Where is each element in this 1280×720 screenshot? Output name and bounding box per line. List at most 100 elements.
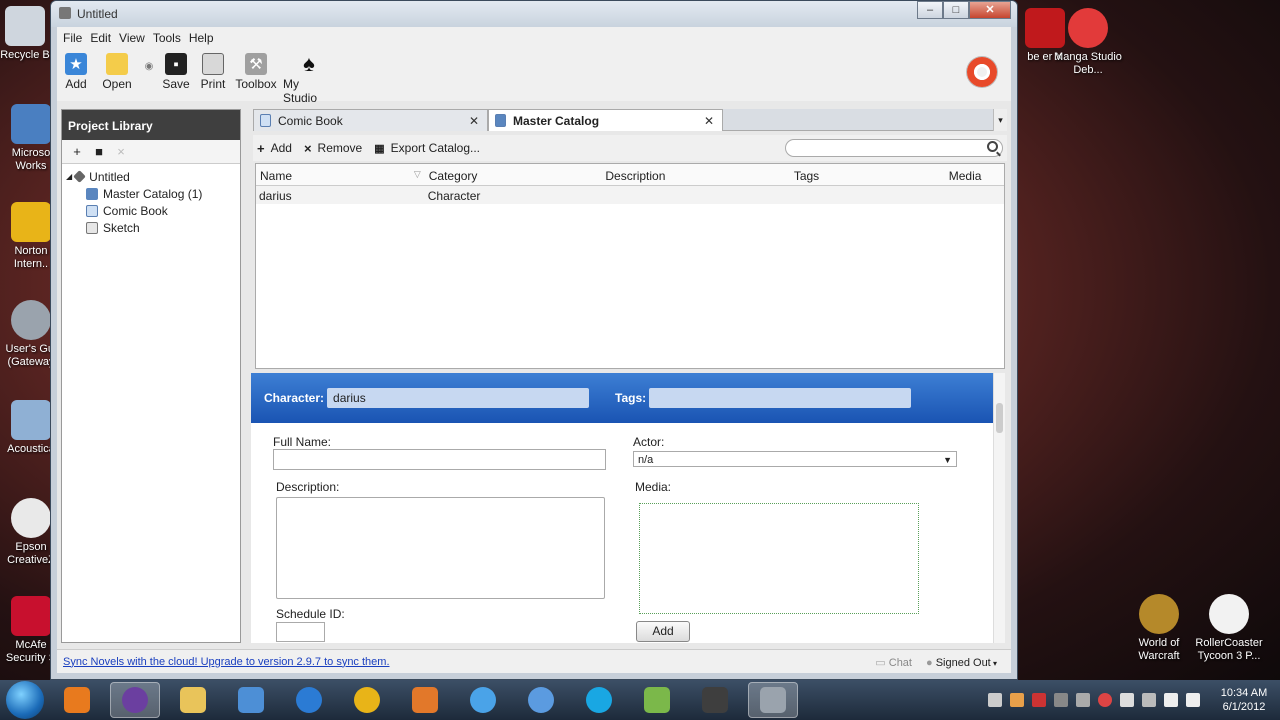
tree-item-comic-book[interactable]: Comic Book: [66, 202, 240, 219]
minimize-button[interactable]: –: [917, 1, 943, 19]
desktop-icon-manga-studio[interactable]: Manga Studio Deb...: [1053, 8, 1123, 77]
column-header-category[interactable]: Category: [425, 164, 602, 185]
tab-master-catalog[interactable]: Master Catalog ✕: [488, 109, 723, 131]
tray-icon[interactable]: [1098, 693, 1112, 707]
sketch-icon: [86, 221, 98, 234]
volume-icon[interactable]: [1186, 693, 1200, 707]
desktop-icon-rollercoaster[interactable]: RollerCoaster Tycoon 3 P...: [1194, 594, 1264, 663]
column-header-media[interactable]: Media: [945, 164, 1004, 185]
scroll-thumb[interactable]: [996, 403, 1003, 433]
tab-list-dropdown[interactable]: ▾: [993, 109, 1007, 131]
tree-root[interactable]: ◢ Untitled: [66, 168, 240, 185]
catalog-action-bar: + Add × Remove ▦ Export Catalog...: [253, 135, 1007, 161]
taskbar-green-app[interactable]: [632, 682, 682, 718]
column-header-name[interactable]: Name ▽: [256, 164, 425, 185]
catalog-table: Name ▽ Category Description Tags Media da…: [255, 163, 1005, 369]
tray-icon[interactable]: [1010, 693, 1024, 707]
tray-icon[interactable]: [988, 693, 1002, 707]
taskbar-paint[interactable]: [226, 682, 276, 718]
media-add-button[interactable]: Add: [636, 621, 690, 642]
delete-icon[interactable]: ×: [110, 144, 132, 159]
schedule-id-label: Schedule ID:: [276, 607, 345, 621]
recycle-bin-icon: [5, 6, 45, 46]
cell-description: [601, 186, 789, 204]
actor-select[interactable]: n/a ▼: [633, 451, 957, 467]
network-icon[interactable]: [1164, 693, 1178, 707]
dropdown-arrow-icon: ▾: [990, 658, 997, 668]
tray-icon[interactable]: [1142, 693, 1156, 707]
media-drop-area[interactable]: [639, 503, 919, 614]
detail-scrollbar[interactable]: [993, 373, 1005, 643]
plus-icon: +: [257, 140, 265, 156]
schedule-id-field[interactable]: [276, 622, 325, 642]
full-name-field[interactable]: [273, 449, 606, 470]
add-star-icon: ★: [65, 53, 87, 75]
open-dropdown[interactable]: ◉: [143, 49, 155, 72]
clock[interactable]: 10:34 AM 6/1/2012: [1214, 686, 1274, 714]
search-input[interactable]: [785, 139, 1003, 157]
cell-category: Character: [427, 189, 481, 203]
taskbar-ie[interactable]: [284, 682, 334, 718]
tray-icon[interactable]: [1120, 693, 1134, 707]
menu-help[interactable]: Help: [189, 31, 214, 45]
taskbar-video[interactable]: [400, 682, 450, 718]
tags-label: Tags:: [615, 391, 647, 405]
close-button[interactable]: ✕: [969, 1, 1011, 19]
table-row[interactable]: darius Character: [256, 186, 1004, 204]
taskbar-safari[interactable]: [516, 682, 566, 718]
taskbar-explorer[interactable]: [168, 682, 218, 718]
open-button[interactable]: Open: [97, 49, 137, 91]
column-header-description[interactable]: Description: [601, 164, 789, 185]
catalog-remove-button[interactable]: × Remove: [304, 141, 362, 156]
tags-input[interactable]: [649, 388, 912, 408]
menu-file[interactable]: File: [63, 31, 82, 45]
add-item-icon[interactable]: +: [66, 144, 88, 159]
sync-upgrade-link[interactable]: Sync Novels with the cloud! Upgrade to v…: [63, 656, 390, 668]
folder-icon[interactable]: ■: [88, 144, 110, 159]
taskbar-skype[interactable]: [574, 682, 624, 718]
menu-view[interactable]: View: [119, 31, 145, 45]
description-textarea[interactable]: [276, 497, 605, 599]
taskbar-pen-app[interactable]: [748, 682, 798, 718]
lifebuoy-help-icon[interactable]: [967, 57, 997, 87]
catalog-add-button[interactable]: + Add: [257, 141, 292, 156]
taskbar-camera[interactable]: [690, 682, 740, 718]
desktop-icon-wow[interactable]: World of Warcraft: [1124, 594, 1194, 663]
taskbar-media-player[interactable]: [52, 682, 102, 718]
project-icon: [73, 170, 87, 183]
tab-comic-book[interactable]: Comic Book ✕: [253, 109, 488, 131]
add-button[interactable]: ★ Add: [61, 49, 91, 91]
menu-edit[interactable]: Edit: [90, 31, 111, 45]
menu-tools[interactable]: Tools: [153, 31, 181, 45]
tray-icon[interactable]: [1076, 693, 1090, 707]
save-button[interactable]: ▪ Save: [161, 49, 191, 91]
toolbox-button[interactable]: ⚒ Toolbox: [235, 49, 277, 91]
column-header-tags[interactable]: Tags: [790, 164, 945, 185]
close-tab-icon[interactable]: ✕: [704, 114, 714, 128]
taskbar-app-active[interactable]: [110, 682, 160, 718]
character-name-input[interactable]: darius: [327, 388, 590, 408]
project-library-title: Project Library: [62, 110, 240, 140]
export-catalog-button[interactable]: ▦ Export Catalog...: [374, 141, 480, 155]
close-tab-icon[interactable]: ✕: [469, 114, 479, 128]
signed-out-status[interactable]: ● Signed Out ▾: [926, 657, 997, 669]
taskbar-itunes[interactable]: [458, 682, 508, 718]
purple-app-icon: [122, 687, 148, 713]
acoustica-icon: [11, 400, 51, 440]
character-detail-panel: Character: darius Tags: Full Name: Actor…: [251, 373, 1005, 643]
tree-item-master-catalog[interactable]: Master Catalog (1): [66, 185, 240, 202]
collapse-arrow-icon[interactable]: ◢: [66, 172, 72, 181]
spade-icon: ♠: [303, 51, 315, 76]
window-title: Untitled: [77, 7, 118, 21]
tray-icon[interactable]: [1054, 693, 1068, 707]
tray-icon[interactable]: [1032, 693, 1046, 707]
start-button[interactable]: [6, 681, 44, 719]
taskbar-norton[interactable]: [342, 682, 392, 718]
chat-button[interactable]: ▭ Chat: [875, 656, 912, 669]
tree-item-sketch[interactable]: Sketch: [66, 219, 240, 236]
description-label: Description:: [276, 480, 340, 494]
maximize-button[interactable]: □: [943, 1, 969, 19]
print-button[interactable]: Print: [197, 49, 229, 91]
my-studio-button[interactable]: ♠ My Studio: [283, 49, 335, 105]
title-bar[interactable]: Untitled – □ ✕: [51, 1, 1017, 27]
